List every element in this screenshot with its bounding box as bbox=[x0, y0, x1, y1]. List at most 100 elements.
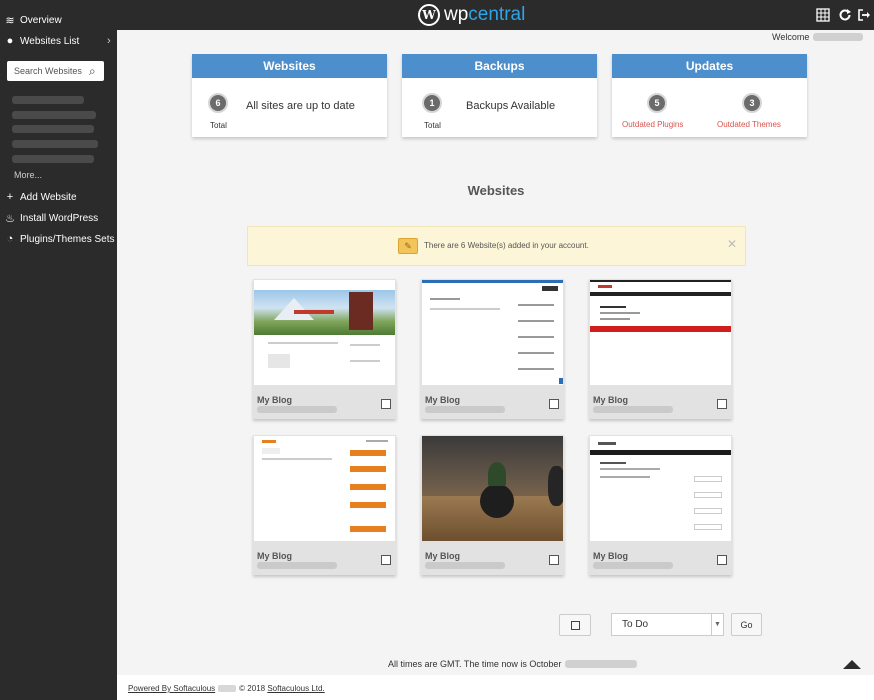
site-url-blurred bbox=[425, 562, 505, 569]
close-icon[interactable]: ✕ bbox=[727, 237, 737, 251]
card-title: Updates bbox=[612, 54, 807, 78]
time-value-blurred bbox=[565, 660, 638, 668]
time-text: All times are GMT. The time now is Octob… bbox=[388, 659, 562, 669]
footer: Powered By Softaculous © 2018 Softaculou… bbox=[117, 675, 874, 700]
count-badge: 6 bbox=[208, 93, 228, 113]
card-title: Websites bbox=[192, 54, 387, 78]
site-tile[interactable]: My Blog bbox=[421, 279, 564, 419]
more-link[interactable]: More... bbox=[14, 170, 42, 180]
tile-footer: My Blog bbox=[589, 542, 732, 575]
username-blurred bbox=[813, 33, 864, 41]
selected-action: To Do bbox=[622, 619, 649, 630]
websites-card: Websites 6 Total All sites are up to dat… bbox=[192, 54, 387, 137]
outdated-plugins-link[interactable]: Outdated Plugins bbox=[622, 120, 683, 129]
alert-message: There are 6 Website(s) added in your acc… bbox=[424, 241, 589, 250]
search-input[interactable] bbox=[14, 66, 86, 76]
sidebar-item-plugins-themes-sets[interactable]: ◔ Plugins/Themes Sets bbox=[3, 230, 115, 248]
site-screenshot[interactable] bbox=[589, 435, 732, 542]
site-url-blurred bbox=[593, 562, 673, 569]
section-title: Websites bbox=[467, 183, 525, 198]
go-button[interactable]: Go bbox=[731, 613, 762, 636]
logout-icon[interactable] bbox=[857, 8, 871, 22]
tile-footer: My Blog bbox=[253, 542, 396, 575]
logo-text-wp: wp bbox=[444, 4, 469, 25]
sidebar-item-install-wordpress[interactable]: ♨ Install WordPress bbox=[3, 209, 98, 227]
search-icon[interactable]: ⌕ bbox=[89, 64, 96, 79]
site-checkbox[interactable] bbox=[549, 555, 559, 565]
powered-by-link[interactable]: Powered By Softaculous bbox=[128, 684, 215, 693]
site-link-blurred[interactable] bbox=[12, 125, 94, 133]
site-url-blurred bbox=[257, 406, 337, 413]
site-name: My Blog bbox=[593, 551, 628, 561]
site-name: My Blog bbox=[425, 551, 460, 561]
sidebar-search[interactable]: ⌕ bbox=[7, 61, 104, 81]
site-screenshot[interactable] bbox=[253, 279, 396, 386]
themes-count-badge[interactable]: 3 bbox=[742, 93, 762, 113]
site-screenshot[interactable] bbox=[589, 279, 732, 386]
site-name: My Blog bbox=[593, 395, 628, 405]
globe-icon: ● bbox=[6, 35, 14, 47]
outdated-themes-link[interactable]: Outdated Themes bbox=[717, 120, 781, 129]
wordpress-icon: ♨ bbox=[5, 212, 15, 225]
site-screenshot[interactable] bbox=[253, 435, 396, 542]
site-tile[interactable]: My Blog bbox=[589, 435, 732, 575]
sidebar-item-label: Overview bbox=[20, 14, 62, 26]
site-tile[interactable]: My Blog bbox=[253, 279, 396, 419]
site-checkbox[interactable] bbox=[381, 555, 391, 565]
company-link[interactable]: Softaculous Ltd. bbox=[267, 684, 324, 693]
tile-footer: My Blog bbox=[421, 542, 564, 575]
card-title: Backups bbox=[402, 54, 597, 78]
refresh-icon[interactable] bbox=[838, 8, 852, 22]
wpcentral-logo[interactable]: W wp central bbox=[418, 3, 525, 27]
site-checkbox[interactable] bbox=[549, 399, 559, 409]
bulk-action-select[interactable]: To Do ▼ bbox=[611, 613, 724, 636]
plus-icon: + bbox=[6, 191, 14, 203]
logo-text-central: central bbox=[468, 4, 526, 25]
sidebar-item-label: Websites List bbox=[20, 35, 80, 47]
site-tile[interactable]: My Blog bbox=[253, 435, 396, 575]
site-checkbox[interactable] bbox=[717, 555, 727, 565]
count-label: Total bbox=[210, 121, 227, 130]
status-text: All sites are up to date bbox=[246, 100, 355, 112]
count-label: Total bbox=[424, 121, 441, 130]
updates-card: Updates 5 Outdated Plugins 3 Outdated Th… bbox=[612, 54, 807, 137]
chevron-down-icon[interactable]: ▼ bbox=[711, 614, 723, 635]
site-screenshot[interactable] bbox=[421, 279, 564, 386]
backups-text[interactable]: Backups Available bbox=[466, 100, 555, 112]
chevron-right-icon[interactable]: › bbox=[107, 35, 111, 47]
site-url-blurred bbox=[257, 562, 337, 569]
sidebar-item-websites-list[interactable]: ● Websites List bbox=[3, 32, 80, 50]
site-url-blurred bbox=[425, 406, 505, 413]
sidebar-item-label: Add Website bbox=[20, 191, 77, 203]
site-url-blurred bbox=[593, 406, 673, 413]
site-link-blurred[interactable] bbox=[12, 111, 96, 119]
site-checkbox[interactable] bbox=[717, 399, 727, 409]
site-tile[interactable]: My Blog bbox=[421, 435, 564, 575]
server-time: All times are GMT. The time now is Octob… bbox=[388, 659, 638, 669]
backups-card: Backups 1 Total Backups Available bbox=[402, 54, 597, 137]
plugins-count-badge[interactable]: 5 bbox=[647, 93, 667, 113]
site-name: My Blog bbox=[257, 395, 292, 405]
top-header: W wp central bbox=[0, 0, 874, 30]
select-all-button[interactable] bbox=[559, 614, 591, 636]
site-screenshot[interactable] bbox=[421, 435, 564, 542]
info-alert: ✎ There are 6 Website(s) added in your a… bbox=[247, 226, 746, 266]
site-name: My Blog bbox=[425, 395, 460, 405]
wordpress-icon: W bbox=[418, 4, 440, 26]
site-link-blurred[interactable] bbox=[12, 140, 98, 148]
version-blurred bbox=[218, 685, 237, 692]
copyright-text: © 2018 bbox=[239, 684, 266, 693]
sidebar-item-add-website[interactable]: + Add Website bbox=[3, 188, 77, 206]
sidebar-item-label: Plugins/Themes Sets bbox=[20, 233, 115, 245]
tile-footer: My Blog bbox=[253, 386, 396, 419]
site-name: My Blog bbox=[257, 551, 292, 561]
site-tile[interactable]: My Blog bbox=[589, 279, 732, 419]
sidebar-item-overview[interactable]: ≋ Overview bbox=[3, 11, 62, 29]
network-icon[interactable] bbox=[816, 8, 830, 22]
site-link-blurred[interactable] bbox=[12, 155, 94, 163]
sidebar-item-label: Install WordPress bbox=[20, 212, 99, 224]
layers-icon: ≋ bbox=[5, 14, 15, 27]
scroll-top-icon[interactable] bbox=[843, 660, 861, 669]
site-checkbox[interactable] bbox=[381, 399, 391, 409]
site-link-blurred[interactable] bbox=[12, 96, 84, 104]
